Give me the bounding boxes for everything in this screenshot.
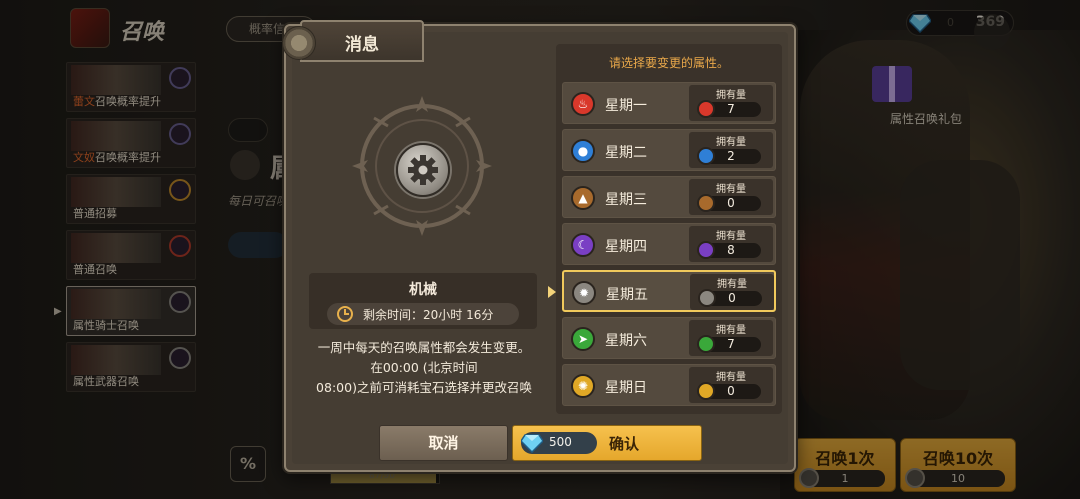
owned-box: 拥有量 0 xyxy=(690,274,774,310)
dialog-description: 一周中每天的召唤属性都会发生变更。 在00:00 (北京时间 08:00)之前可… xyxy=(302,338,546,398)
owned-box: 拥有量 0 xyxy=(689,367,773,403)
day-row[interactable]: ▲ 星期三 拥有量 0 xyxy=(562,176,776,218)
owned-label: 拥有量 xyxy=(716,231,746,242)
owned-label: 拥有量 xyxy=(716,137,746,148)
earth-icon: ▲ xyxy=(571,186,595,210)
day-row[interactable]: ✺ 星期日 拥有量 0 xyxy=(562,364,776,406)
remaining-time-pill: 剩余时间：20小时 16分 xyxy=(327,303,519,325)
owned-count-pill: 7 xyxy=(697,100,761,118)
title-knob-icon xyxy=(282,26,316,60)
wind-icon: ➤ xyxy=(571,327,595,351)
owned-count: 7 xyxy=(727,337,735,351)
gem-icon xyxy=(521,434,543,453)
machine-icon: ✹ xyxy=(572,281,596,305)
confirm-cost-pill: 500 xyxy=(521,432,597,454)
owned-count: 8 xyxy=(727,243,735,257)
owned-box: 拥有量 7 xyxy=(689,320,773,356)
owned-label: 拥有量 xyxy=(716,90,746,101)
day-row[interactable]: ♨ 星期一 拥有量 7 xyxy=(562,82,776,124)
day-row[interactable]: ● 星期二 拥有量 2 xyxy=(562,129,776,171)
owned-count: 2 xyxy=(727,149,735,163)
owned-label: 拥有量 xyxy=(716,184,746,195)
confirm-label: 确认 xyxy=(609,435,640,453)
owned-box: 拥有量 8 xyxy=(689,226,773,262)
owned-count: 0 xyxy=(727,384,735,398)
day-row[interactable]: ➤ 星期六 拥有量 7 xyxy=(562,317,776,359)
day-name: 星期二 xyxy=(605,145,647,161)
dialog-title-tab: 消息 xyxy=(300,20,424,62)
light-icon: ✺ xyxy=(571,374,595,398)
owned-count-pill: 0 xyxy=(698,289,762,307)
panel-header: 请选择要变更的属性。 xyxy=(608,56,729,70)
current-attribute-name: 机械 xyxy=(409,282,437,298)
owned-box: 拥有量 7 xyxy=(689,85,773,121)
confirm-cost-value: 500 xyxy=(549,435,572,449)
owned-count-pill: 0 xyxy=(697,382,761,400)
owned-count: 0 xyxy=(728,291,736,305)
owned-count-pill: 2 xyxy=(697,147,761,165)
owned-box: 拥有量 0 xyxy=(689,179,773,215)
current-attribute-box: 机械 剩余时间：20小时 16分 xyxy=(309,273,537,329)
remaining-time-text: 剩余时间：20小时 16分 xyxy=(363,308,494,322)
description-line: 在00:00 (北京时间 xyxy=(370,360,478,375)
confirm-button[interactable]: 500 确认 xyxy=(512,425,702,461)
owned-box: 拥有量 2 xyxy=(689,132,773,168)
cancel-button[interactable]: 取消 xyxy=(379,425,508,461)
dialog-title: 消息 xyxy=(345,35,379,55)
description-line: 一周中每天的召唤属性都会发生变更。 xyxy=(317,340,531,355)
owned-count-pill: 0 xyxy=(697,194,761,212)
owned-count: 7 xyxy=(727,102,735,116)
owned-count-pill: 8 xyxy=(697,241,761,259)
clock-icon xyxy=(337,306,353,322)
owned-label: 拥有量 xyxy=(716,325,746,336)
description-line: 08:00)之前可消耗宝石选择并更改召唤 xyxy=(316,380,532,395)
day-name: 星期五 xyxy=(606,287,648,303)
water-icon: ● xyxy=(571,139,595,163)
owned-label: 拥有量 xyxy=(717,279,747,290)
day-name: 星期四 xyxy=(605,239,647,255)
day-name: 星期日 xyxy=(605,380,647,396)
day-name: 星期三 xyxy=(605,192,647,208)
owned-count-pill: 7 xyxy=(697,335,761,353)
day-name: 星期一 xyxy=(605,98,647,114)
owned-label: 拥有量 xyxy=(716,372,746,383)
day-row[interactable]: ✹ 星期五 拥有量 0 xyxy=(562,270,776,312)
machine-attribute-icon xyxy=(396,143,450,197)
selection-arrow-icon xyxy=(548,286,556,298)
dark-icon: ☾ xyxy=(571,233,595,257)
day-row[interactable]: ☾ 星期四 拥有量 8 xyxy=(562,223,776,265)
fire-icon: ♨ xyxy=(571,92,595,116)
day-name: 星期六 xyxy=(605,333,647,349)
owned-count: 0 xyxy=(727,196,735,210)
